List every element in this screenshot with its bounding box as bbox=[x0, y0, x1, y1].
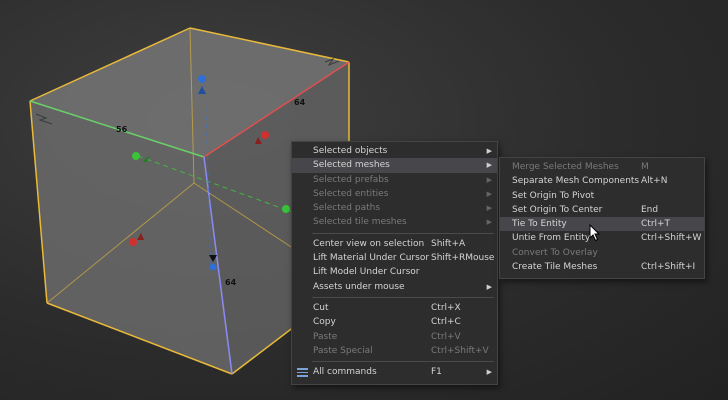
submenu-item-separate-components[interactable]: Separate Mesh Components Alt+N bbox=[500, 174, 704, 188]
submenu-arrow-icon: ▶ bbox=[486, 189, 492, 198]
menu-item-selected-prefabs[interactable]: Selected prefabs ▶ bbox=[292, 173, 497, 187]
list-icon bbox=[297, 368, 308, 377]
menu-item-center-view[interactable]: Center view on selection Shift+A bbox=[292, 237, 497, 251]
menu-item-selected-objects[interactable]: Selected objects ▶ bbox=[292, 144, 497, 158]
submenu-item-create-tile-meshes[interactable]: Create Tile Meshes Ctrl+Shift+I bbox=[500, 260, 704, 274]
menu-item-paste-special[interactable]: Paste Special Ctrl+Shift+V bbox=[292, 344, 497, 358]
submenu-arrow-icon: ▶ bbox=[486, 282, 492, 291]
menu-item-cut[interactable]: Cut Ctrl+X bbox=[292, 301, 497, 315]
menu-item-copy[interactable]: Copy Ctrl+C bbox=[292, 315, 497, 329]
menu-separator bbox=[312, 232, 494, 234]
handle-green[interactable] bbox=[132, 152, 140, 160]
menu-item-paste[interactable]: Paste Ctrl+V bbox=[292, 330, 497, 344]
menu-item-selected-meshes[interactable]: Selected meshes ▶ bbox=[292, 158, 497, 173]
menu-separator bbox=[312, 296, 494, 298]
menu-item-lift-model[interactable]: Lift Model Under Cursor bbox=[292, 265, 497, 279]
menu-item-lift-material[interactable]: Lift Material Under Cursor Shift+RMouse bbox=[292, 251, 497, 265]
menu-item-assets-under-mouse[interactable]: Assets under mouse ▶ bbox=[292, 280, 497, 294]
handle-green-right[interactable] bbox=[282, 205, 290, 213]
submenu-item-merge-meshes[interactable]: Merge Selected Meshes M bbox=[500, 160, 704, 174]
context-menu: Selected objects ▶ Selected meshes ▶ Selec… bbox=[291, 141, 498, 385]
submenu-item-convert-overlay[interactable]: Convert To Overlay bbox=[500, 246, 704, 260]
menu-item-selected-paths[interactable]: Selected paths ▶ bbox=[292, 201, 497, 215]
dimension-label-top: 64 bbox=[294, 98, 306, 107]
submenu-arrow-icon: ▶ bbox=[486, 204, 492, 213]
submenu-arrow-icon: ▶ bbox=[486, 175, 492, 184]
submenu-item-tie-to-entity[interactable]: Tie To Entity Ctrl+T bbox=[500, 217, 704, 232]
handle-red-left[interactable] bbox=[129, 238, 137, 246]
menu-separator bbox=[312, 361, 494, 363]
mouse-cursor-icon bbox=[589, 224, 601, 242]
menu-item-all-commands[interactable]: All commands F1 ▶ bbox=[292, 365, 497, 379]
submenu-item-untie-entity[interactable]: Untie From Entity Ctrl+Shift+W bbox=[500, 231, 704, 245]
submenu-arrow-icon: ▶ bbox=[486, 218, 492, 227]
submenu-item-origin-pivot[interactable]: Set Origin To Pivot bbox=[500, 189, 704, 203]
submenu-arrow-icon: ▶ bbox=[486, 368, 492, 377]
menu-item-selected-entities[interactable]: Selected entities ▶ bbox=[292, 187, 497, 201]
dimension-label-left: 56 bbox=[116, 125, 128, 134]
handle-blue[interactable] bbox=[198, 75, 206, 83]
dimension-label-front: 64 bbox=[225, 278, 237, 287]
submenu-arrow-icon: ▶ bbox=[486, 161, 492, 170]
handle-red[interactable] bbox=[261, 131, 269, 139]
handle-blue-bottom[interactable] bbox=[209, 263, 217, 271]
meshes-submenu: Merge Selected Meshes M Separate Mesh Com… bbox=[499, 157, 705, 279]
menu-item-selected-tile-meshes[interactable]: Selected tile meshes ▶ bbox=[292, 215, 497, 229]
submenu-item-origin-center[interactable]: Set Origin To Center End bbox=[500, 203, 704, 217]
submenu-arrow-icon: ▶ bbox=[486, 147, 492, 155]
